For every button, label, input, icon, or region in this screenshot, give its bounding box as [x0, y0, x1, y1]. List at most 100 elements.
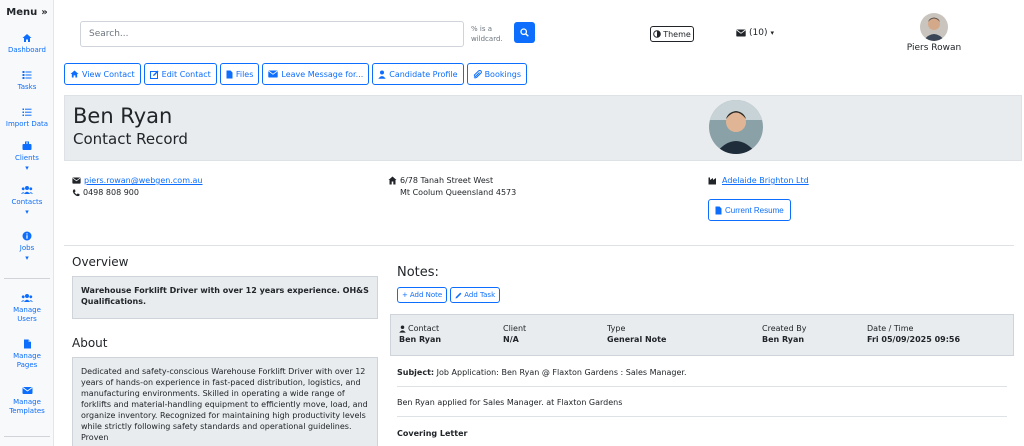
sidebar-item-label: Jobs — [19, 244, 35, 252]
add-note-label: Add Note — [409, 291, 443, 299]
users-icon — [21, 294, 33, 302]
sidebar-item-label: Tasks — [17, 83, 37, 91]
note-subject-label: Subject: — [397, 368, 435, 377]
sidebar-item-jobs[interactable]: Jobs ▾ — [0, 231, 54, 263]
current-resume-label: Current Resume — [725, 205, 784, 215]
add-task-label: Add Task — [464, 291, 496, 299]
sidebar-item-dashboard[interactable]: Dashboard — [0, 33, 54, 55]
note-contact-label: Contact — [408, 324, 440, 333]
search-button[interactable] — [514, 22, 535, 43]
leave-message-button[interactable]: Leave Message for... — [262, 63, 370, 85]
files-button[interactable]: Files — [219, 63, 260, 85]
contact-phone: 0498 808 900 — [72, 188, 139, 197]
theme-label: Theme — [663, 29, 691, 39]
notes-heading: Notes: — [397, 265, 439, 280]
contact-email[interactable]: piers.rowan@webgen.com.au — [84, 176, 203, 185]
sidebar-item-manage-pages[interactable]: Manage Pages — [0, 339, 54, 370]
candidate-profile-button[interactable]: Candidate Profile — [372, 63, 464, 85]
contact-record-title: Contact Record — [73, 130, 188, 148]
note-subject-text: Job Application: Ben Ryan @ Flaxton Gard… — [436, 368, 687, 377]
sidebar-divider — [4, 278, 50, 279]
bookings-button[interactable]: Bookings — [466, 63, 528, 85]
sidebar: Menu » Dashboard Tasks Import Data Clien… — [0, 0, 54, 446]
note-type-label: Type — [607, 324, 626, 333]
sidebar-divider — [4, 436, 50, 437]
file-icon — [715, 206, 722, 214]
building-icon — [388, 176, 397, 185]
caret-down-icon: ▾ — [25, 164, 29, 172]
add-note-button[interactable]: + Add Note — [397, 287, 448, 303]
plus-icon: + — [402, 291, 408, 299]
theme-toggle-button[interactable]: Theme — [650, 26, 694, 42]
sidebar-item-manage-users[interactable]: Manage Users — [0, 293, 54, 324]
wildcard-hint: % is a wildcard. — [471, 25, 503, 43]
sidebar-item-label: Manage Users — [13, 306, 41, 323]
home-icon — [70, 70, 79, 78]
sidebar-item-import-data[interactable]: Import Data — [0, 107, 54, 129]
note-type-col: Type General Note — [607, 323, 666, 345]
list-icon — [22, 108, 32, 116]
contact-header: Ben Ryan Contact Record — [64, 95, 1022, 161]
bookings-label: Bookings — [484, 69, 522, 79]
user-icon — [399, 325, 406, 333]
note-client-col: Client N/A — [503, 323, 526, 345]
edit-contact-label: Edit Contact — [161, 69, 211, 79]
about-heading: About — [72, 336, 108, 350]
envelope-icon — [72, 177, 81, 184]
contact-toolbar: View Contact Edit Contact Files Leave Me… — [64, 63, 528, 85]
sidebar-item-manage-templates[interactable]: Manage Templates — [0, 386, 54, 416]
user-name[interactable]: Piers Rowan — [900, 43, 968, 53]
sidebar-item-tasks[interactable]: Tasks — [0, 70, 54, 92]
sidebar-item-label: Manage Pages — [13, 352, 41, 369]
contact-email-link[interactable]: piers.rowan@webgen.com.au — [72, 176, 203, 185]
info-circle-icon — [22, 231, 32, 241]
note-datetime-label: Date / Time — [867, 324, 914, 333]
address-line-1: 6/78 Tanah Street West — [400, 176, 494, 185]
sidebar-item-clients[interactable]: Clients ▾ — [0, 141, 54, 173]
note-divider — [397, 416, 1007, 417]
note-subject: Subject: Job Application: Ben Ryan @ Fla… — [397, 368, 687, 377]
industry-icon — [708, 177, 716, 184]
contact-address: 6/78 Tanah Street West — [388, 176, 493, 185]
contact-phone-number: 0498 808 900 — [83, 188, 139, 197]
note-contact-value: Ben Ryan — [399, 335, 442, 344]
search-input[interactable] — [81, 22, 463, 46]
caret-down-icon: ▾ — [770, 29, 774, 37]
edit-icon — [149, 70, 159, 79]
company-name[interactable]: Adelaide Brighton Ltd — [722, 176, 809, 185]
menu-label: Menu — [6, 6, 38, 18]
contact-name: Ben Ryan — [73, 104, 173, 128]
messages-dropdown[interactable]: (10) ▾ — [736, 28, 774, 38]
section-divider — [64, 245, 1014, 246]
files-label: Files — [235, 69, 254, 79]
note-datetime-value: Fri 05/09/2025 09:56 — [867, 335, 961, 344]
note-datetime-col: Date / Time Fri 05/09/2025 09:56 — [867, 323, 960, 345]
search-icon — [520, 28, 529, 37]
add-task-button[interactable]: Add Task — [450, 287, 501, 303]
current-resume-button[interactable]: Current Resume — [708, 199, 791, 221]
pencil-icon — [455, 292, 462, 298]
tasks-icon — [22, 71, 32, 79]
envelope-icon — [736, 29, 746, 37]
address-line-2: Mt Coolum Queensland 4573 — [400, 188, 517, 197]
sidebar-item-label: Dashboard — [8, 46, 46, 54]
notes-actions: + Add Note Add Task — [397, 287, 501, 303]
file-icon — [226, 70, 233, 78]
envelope-icon — [268, 70, 279, 78]
contact-company-link[interactable]: Adelaide Brighton Ltd — [708, 176, 809, 185]
half-circle-icon — [653, 30, 662, 38]
edit-contact-button[interactable]: Edit Contact — [143, 63, 217, 85]
search-field[interactable] — [80, 21, 464, 47]
menu-expand-icon: » — [41, 6, 48, 18]
user-avatar[interactable] — [920, 13, 948, 41]
envelope-icon — [22, 387, 32, 394]
contact-photo — [709, 100, 763, 154]
sidebar-item-contacts[interactable]: Contacts ▾ — [0, 185, 54, 217]
note-header: Contact Ben Ryan Client N/A Type General… — [390, 314, 1014, 356]
view-contact-button[interactable]: View Contact — [64, 63, 141, 85]
about-text: Dedicated and safety-conscious Warehouse… — [72, 357, 378, 446]
overview-heading: Overview — [72, 255, 129, 269]
users-icon — [21, 186, 33, 194]
menu-toggle[interactable]: Menu » — [0, 0, 54, 24]
file-icon — [23, 339, 31, 349]
